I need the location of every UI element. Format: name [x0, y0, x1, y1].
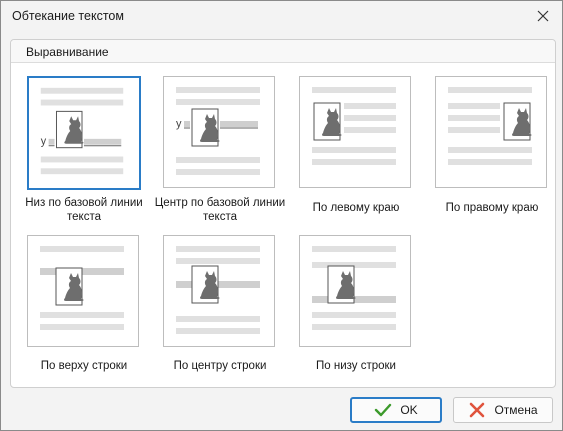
alignment-option-label: По верху строки — [40, 360, 128, 372]
highlight-line — [83, 138, 122, 145]
baseline-glyph: y — [176, 118, 182, 130]
alignment-preview[interactable]: y — [163, 76, 275, 188]
highlight-line — [220, 121, 258, 127]
alignment-option-label: По центру строки — [173, 360, 267, 372]
alignment-preview[interactable] — [435, 76, 547, 188]
close-button[interactable] — [530, 3, 556, 29]
text-line — [312, 159, 396, 165]
text-line — [176, 157, 260, 163]
highlight-line — [48, 138, 55, 145]
text-line — [40, 246, 124, 252]
text-line — [176, 169, 260, 175]
alignment-option-label: По левому краю — [312, 202, 400, 214]
cat-icon — [503, 102, 532, 141]
text-line — [312, 87, 396, 93]
text-line — [40, 168, 124, 175]
cancel-button-label: Отмена — [494, 403, 538, 417]
baseline-glyph: y — [41, 136, 47, 148]
text-line — [176, 258, 260, 264]
alignment-preview[interactable] — [163, 235, 275, 347]
text-line — [344, 127, 396, 133]
text-line — [176, 99, 260, 105]
cancel-button[interactable]: Отмена — [453, 397, 553, 423]
cat-icon — [313, 102, 342, 141]
alignment-group-title: Выравнивание — [26, 45, 109, 59]
cat-icon — [327, 265, 356, 304]
alignment-option-label: По правому краю — [445, 202, 539, 214]
alignment-preview[interactable]: y — [27, 76, 141, 190]
text-line — [176, 87, 260, 93]
alignment-group-header: Выравнивание — [11, 40, 555, 63]
alignment-group: Выравнивание y Низ по базовой линии текст… — [10, 39, 556, 388]
window-title: Обтекание текстом — [12, 9, 124, 23]
highlight-line — [184, 121, 190, 127]
alignment-option-label: По низу строки — [316, 360, 396, 372]
text-line — [40, 312, 124, 318]
text-line — [448, 147, 532, 153]
text-line — [312, 324, 396, 330]
text-line — [312, 246, 396, 252]
cross-icon — [468, 401, 486, 419]
text-line — [312, 147, 396, 153]
checkmark-icon — [374, 401, 392, 419]
alignment-option-label: Центр по базовой линии текста — [154, 197, 286, 223]
text-line — [176, 328, 260, 334]
ok-button[interactable]: OK — [350, 397, 442, 423]
text-line — [176, 246, 260, 252]
text-line — [40, 324, 124, 330]
text-line — [176, 316, 260, 322]
text-line — [448, 103, 500, 109]
text-line — [448, 87, 532, 93]
cat-icon — [55, 110, 84, 149]
alignment-preview[interactable] — [299, 235, 411, 347]
cat-icon — [191, 108, 220, 147]
text-line — [40, 87, 124, 94]
cat-icon — [55, 267, 84, 306]
text-line — [344, 115, 396, 121]
alignment-preview[interactable] — [299, 76, 411, 188]
text-line — [344, 103, 396, 109]
text-wrap-dialog: Обтекание текстом Выравнивание y Низ по б… — [0, 0, 563, 431]
text-line — [448, 115, 500, 121]
text-line — [40, 156, 124, 163]
close-icon — [537, 10, 549, 22]
title-bar: Обтекание текстом — [1, 1, 562, 31]
text-line — [448, 159, 532, 165]
text-line — [40, 99, 124, 106]
alignment-preview[interactable] — [27, 235, 139, 347]
cat-icon — [191, 265, 220, 304]
text-line — [312, 312, 396, 318]
text-line — [448, 127, 500, 133]
ok-button-label: OK — [400, 403, 418, 417]
alignment-option-label: Низ по базовой линии текста — [25, 197, 143, 223]
